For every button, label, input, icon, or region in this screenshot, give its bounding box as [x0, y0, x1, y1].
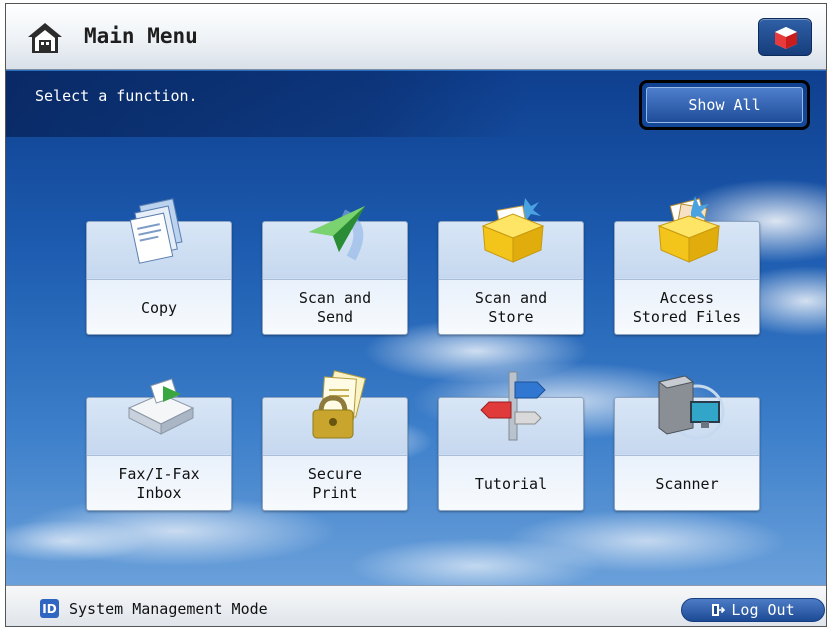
scan-store-icon: [481, 198, 545, 263]
id-badge-icon: ID: [40, 599, 59, 618]
tile-access-stored-files[interactable]: Access Stored Files: [614, 196, 760, 335]
log-out-button[interactable]: Log Out: [681, 598, 825, 622]
tile-divider: [263, 455, 407, 456]
main-menu-screen: Main Menu Select a function. Show All Co…: [5, 3, 827, 627]
status-monitor-button[interactable]: [758, 18, 812, 56]
header-bar: Main Menu: [6, 4, 826, 70]
copy-icon: [129, 198, 183, 264]
fax-inbox-icon: [127, 378, 195, 435]
tile-label: Tutorial: [474, 474, 548, 493]
secure-print-icon: [312, 370, 366, 439]
tile-divider: [615, 455, 759, 456]
tile-divider: [439, 279, 583, 280]
status-monitor-icon: [775, 27, 797, 49]
show-all-highlight: Show All: [639, 80, 810, 130]
tile-tutorial[interactable]: Tutorial: [438, 371, 584, 511]
tile-divider: [87, 279, 231, 280]
stored-files-icon: [657, 196, 721, 263]
instruction-text: Select a function.: [35, 87, 198, 105]
tile-label: Secure Print: [307, 465, 363, 502]
tile-fax-inbox[interactable]: Fax/I-Fax Inbox: [86, 378, 232, 511]
tile-label: Fax/I-Fax Inbox: [118, 465, 200, 502]
tutorial-signpost-icon: [480, 371, 546, 441]
tile-label: Scan and Store: [474, 289, 548, 326]
tile-label: Scan and Send: [298, 289, 372, 326]
tile-scan-and-store[interactable]: Scan and Store: [438, 198, 584, 335]
tile-label: Copy: [140, 298, 178, 317]
show-all-button[interactable]: Show All: [646, 87, 803, 123]
tile-divider: [439, 455, 583, 456]
tile-scan-and-send[interactable]: Scan and Send: [262, 206, 408, 335]
tile-divider: [263, 279, 407, 280]
tile-scanner[interactable]: Scanner: [614, 375, 760, 511]
footer-bar: ID System Management Mode Log Out: [6, 585, 826, 626]
page-title: Main Menu: [84, 24, 198, 48]
tile-copy[interactable]: Copy: [86, 198, 232, 335]
system-management-mode-text: System Management Mode: [69, 600, 268, 618]
tile-label: Scanner: [655, 474, 719, 493]
tile-divider: [615, 279, 759, 280]
tile-divider: [87, 455, 231, 456]
tile-label: Access Stored Files: [632, 289, 742, 326]
logout-door-icon: [712, 604, 726, 616]
log-out-label: Log Out: [731, 601, 795, 619]
tile-secure-print[interactable]: Secure Print: [262, 370, 408, 511]
home-icon[interactable]: [26, 21, 64, 55]
scan-send-icon: [309, 206, 365, 261]
main-area: Select a function. Show All Copy Scan an…: [6, 71, 826, 585]
scanner-icon: [657, 375, 725, 440]
